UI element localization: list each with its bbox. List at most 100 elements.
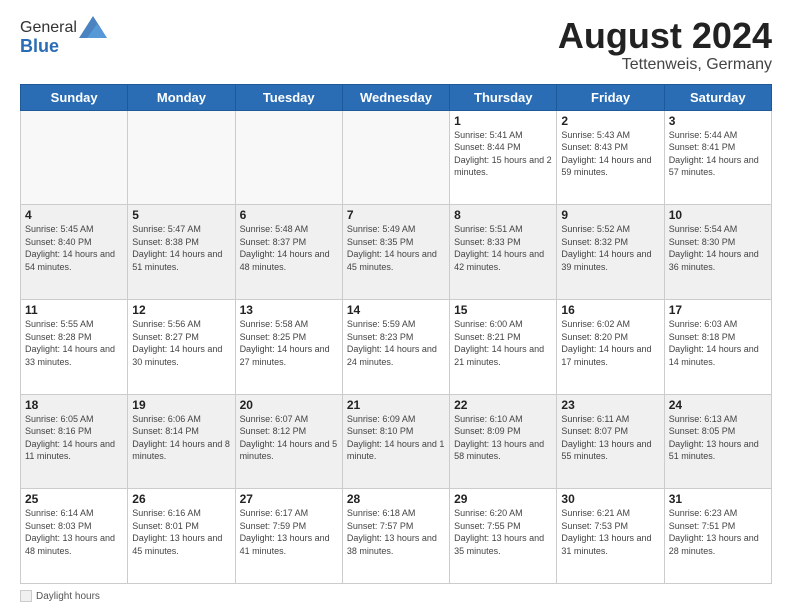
day-info: Sunrise: 6:06 AM Sunset: 8:14 PM Dayligh…	[132, 413, 230, 463]
table-row: 1Sunrise: 5:41 AM Sunset: 8:44 PM Daylig…	[450, 110, 557, 205]
table-row: 23Sunrise: 6:11 AM Sunset: 8:07 PM Dayli…	[557, 394, 664, 489]
day-info: Sunrise: 5:59 AM Sunset: 8:23 PM Dayligh…	[347, 318, 445, 368]
day-info: Sunrise: 5:43 AM Sunset: 8:43 PM Dayligh…	[561, 129, 659, 179]
calendar-table: Sunday Monday Tuesday Wednesday Thursday…	[20, 84, 772, 584]
day-number: 16	[561, 303, 659, 317]
day-info: Sunrise: 6:17 AM Sunset: 7:59 PM Dayligh…	[240, 507, 338, 557]
table-row	[21, 110, 128, 205]
day-info: Sunrise: 5:51 AM Sunset: 8:33 PM Dayligh…	[454, 223, 552, 273]
day-info: Sunrise: 5:52 AM Sunset: 8:32 PM Dayligh…	[561, 223, 659, 273]
footer: Daylight hours	[20, 590, 772, 602]
day-info: Sunrise: 6:23 AM Sunset: 7:51 PM Dayligh…	[669, 507, 767, 557]
day-info: Sunrise: 6:18 AM Sunset: 7:57 PM Dayligh…	[347, 507, 445, 557]
table-row: 2Sunrise: 5:43 AM Sunset: 8:43 PM Daylig…	[557, 110, 664, 205]
col-friday: Friday	[557, 84, 664, 110]
logo-icon	[79, 16, 107, 38]
table-row: 24Sunrise: 6:13 AM Sunset: 8:05 PM Dayli…	[664, 394, 771, 489]
day-info: Sunrise: 5:54 AM Sunset: 8:30 PM Dayligh…	[669, 223, 767, 273]
table-row: 18Sunrise: 6:05 AM Sunset: 8:16 PM Dayli…	[21, 394, 128, 489]
location: Tettenweis, Germany	[558, 56, 772, 74]
day-info: Sunrise: 5:49 AM Sunset: 8:35 PM Dayligh…	[347, 223, 445, 273]
day-number: 8	[454, 208, 552, 222]
day-number: 12	[132, 303, 230, 317]
day-number: 25	[25, 492, 123, 506]
day-number: 31	[669, 492, 767, 506]
day-info: Sunrise: 5:47 AM Sunset: 8:38 PM Dayligh…	[132, 223, 230, 273]
table-row: 13Sunrise: 5:58 AM Sunset: 8:25 PM Dayli…	[235, 299, 342, 394]
day-number: 15	[454, 303, 552, 317]
col-tuesday: Tuesday	[235, 84, 342, 110]
day-info: Sunrise: 5:48 AM Sunset: 8:37 PM Dayligh…	[240, 223, 338, 273]
table-row: 31Sunrise: 6:23 AM Sunset: 7:51 PM Dayli…	[664, 489, 771, 584]
day-number: 2	[561, 114, 659, 128]
table-row: 26Sunrise: 6:16 AM Sunset: 8:01 PM Dayli…	[128, 489, 235, 584]
day-number: 10	[669, 208, 767, 222]
day-number: 30	[561, 492, 659, 506]
day-number: 21	[347, 398, 445, 412]
col-wednesday: Wednesday	[342, 84, 449, 110]
day-number: 7	[347, 208, 445, 222]
day-info: Sunrise: 5:45 AM Sunset: 8:40 PM Dayligh…	[25, 223, 123, 273]
table-row: 17Sunrise: 6:03 AM Sunset: 8:18 PM Dayli…	[664, 299, 771, 394]
table-row: 15Sunrise: 6:00 AM Sunset: 8:21 PM Dayli…	[450, 299, 557, 394]
day-info: Sunrise: 6:00 AM Sunset: 8:21 PM Dayligh…	[454, 318, 552, 368]
day-number: 1	[454, 114, 552, 128]
table-row: 21Sunrise: 6:09 AM Sunset: 8:10 PM Dayli…	[342, 394, 449, 489]
day-info: Sunrise: 6:14 AM Sunset: 8:03 PM Dayligh…	[25, 507, 123, 557]
title-block: August 2024 Tettenweis, Germany	[558, 16, 772, 74]
calendar-week-row: 1Sunrise: 5:41 AM Sunset: 8:44 PM Daylig…	[21, 110, 772, 205]
table-row: 19Sunrise: 6:06 AM Sunset: 8:14 PM Dayli…	[128, 394, 235, 489]
table-row	[235, 110, 342, 205]
day-number: 3	[669, 114, 767, 128]
col-monday: Monday	[128, 84, 235, 110]
day-info: Sunrise: 5:58 AM Sunset: 8:25 PM Dayligh…	[240, 318, 338, 368]
col-thursday: Thursday	[450, 84, 557, 110]
day-info: Sunrise: 6:20 AM Sunset: 7:55 PM Dayligh…	[454, 507, 552, 557]
day-number: 24	[669, 398, 767, 412]
table-row: 5Sunrise: 5:47 AM Sunset: 8:38 PM Daylig…	[128, 205, 235, 300]
logo: General Blue	[20, 16, 107, 57]
table-row: 3Sunrise: 5:44 AM Sunset: 8:41 PM Daylig…	[664, 110, 771, 205]
day-number: 6	[240, 208, 338, 222]
header: General Blue August 2024 Tettenweis, Ger…	[20, 16, 772, 74]
table-row	[342, 110, 449, 205]
daylight-label: Daylight hours	[36, 591, 100, 602]
month-year: August 2024	[558, 16, 772, 56]
col-saturday: Saturday	[664, 84, 771, 110]
calendar-week-row: 25Sunrise: 6:14 AM Sunset: 8:03 PM Dayli…	[21, 489, 772, 584]
table-row: 14Sunrise: 5:59 AM Sunset: 8:23 PM Dayli…	[342, 299, 449, 394]
logo-general-text: General	[20, 19, 77, 37]
day-number: 22	[454, 398, 552, 412]
day-info: Sunrise: 6:13 AM Sunset: 8:05 PM Dayligh…	[669, 413, 767, 463]
day-number: 14	[347, 303, 445, 317]
calendar-week-row: 4Sunrise: 5:45 AM Sunset: 8:40 PM Daylig…	[21, 205, 772, 300]
day-info: Sunrise: 6:16 AM Sunset: 8:01 PM Dayligh…	[132, 507, 230, 557]
day-number: 23	[561, 398, 659, 412]
day-info: Sunrise: 6:05 AM Sunset: 8:16 PM Dayligh…	[25, 413, 123, 463]
table-row: 11Sunrise: 5:55 AM Sunset: 8:28 PM Dayli…	[21, 299, 128, 394]
day-info: Sunrise: 6:09 AM Sunset: 8:10 PM Dayligh…	[347, 413, 445, 463]
table-row: 22Sunrise: 6:10 AM Sunset: 8:09 PM Dayli…	[450, 394, 557, 489]
day-info: Sunrise: 6:07 AM Sunset: 8:12 PM Dayligh…	[240, 413, 338, 463]
calendar-week-row: 18Sunrise: 6:05 AM Sunset: 8:16 PM Dayli…	[21, 394, 772, 489]
day-number: 4	[25, 208, 123, 222]
day-number: 18	[25, 398, 123, 412]
day-number: 5	[132, 208, 230, 222]
day-info: Sunrise: 6:10 AM Sunset: 8:09 PM Dayligh…	[454, 413, 552, 463]
day-number: 17	[669, 303, 767, 317]
table-row	[128, 110, 235, 205]
day-number: 11	[25, 303, 123, 317]
table-row: 30Sunrise: 6:21 AM Sunset: 7:53 PM Dayli…	[557, 489, 664, 584]
table-row: 8Sunrise: 5:51 AM Sunset: 8:33 PM Daylig…	[450, 205, 557, 300]
day-info: Sunrise: 6:11 AM Sunset: 8:07 PM Dayligh…	[561, 413, 659, 463]
day-number: 19	[132, 398, 230, 412]
day-info: Sunrise: 6:02 AM Sunset: 8:20 PM Dayligh…	[561, 318, 659, 368]
day-number: 27	[240, 492, 338, 506]
day-number: 20	[240, 398, 338, 412]
day-number: 28	[347, 492, 445, 506]
table-row: 16Sunrise: 6:02 AM Sunset: 8:20 PM Dayli…	[557, 299, 664, 394]
logo-blue-text: Blue	[20, 36, 107, 57]
daylight-legend-box	[20, 590, 32, 602]
table-row: 9Sunrise: 5:52 AM Sunset: 8:32 PM Daylig…	[557, 205, 664, 300]
table-row: 10Sunrise: 5:54 AM Sunset: 8:30 PM Dayli…	[664, 205, 771, 300]
